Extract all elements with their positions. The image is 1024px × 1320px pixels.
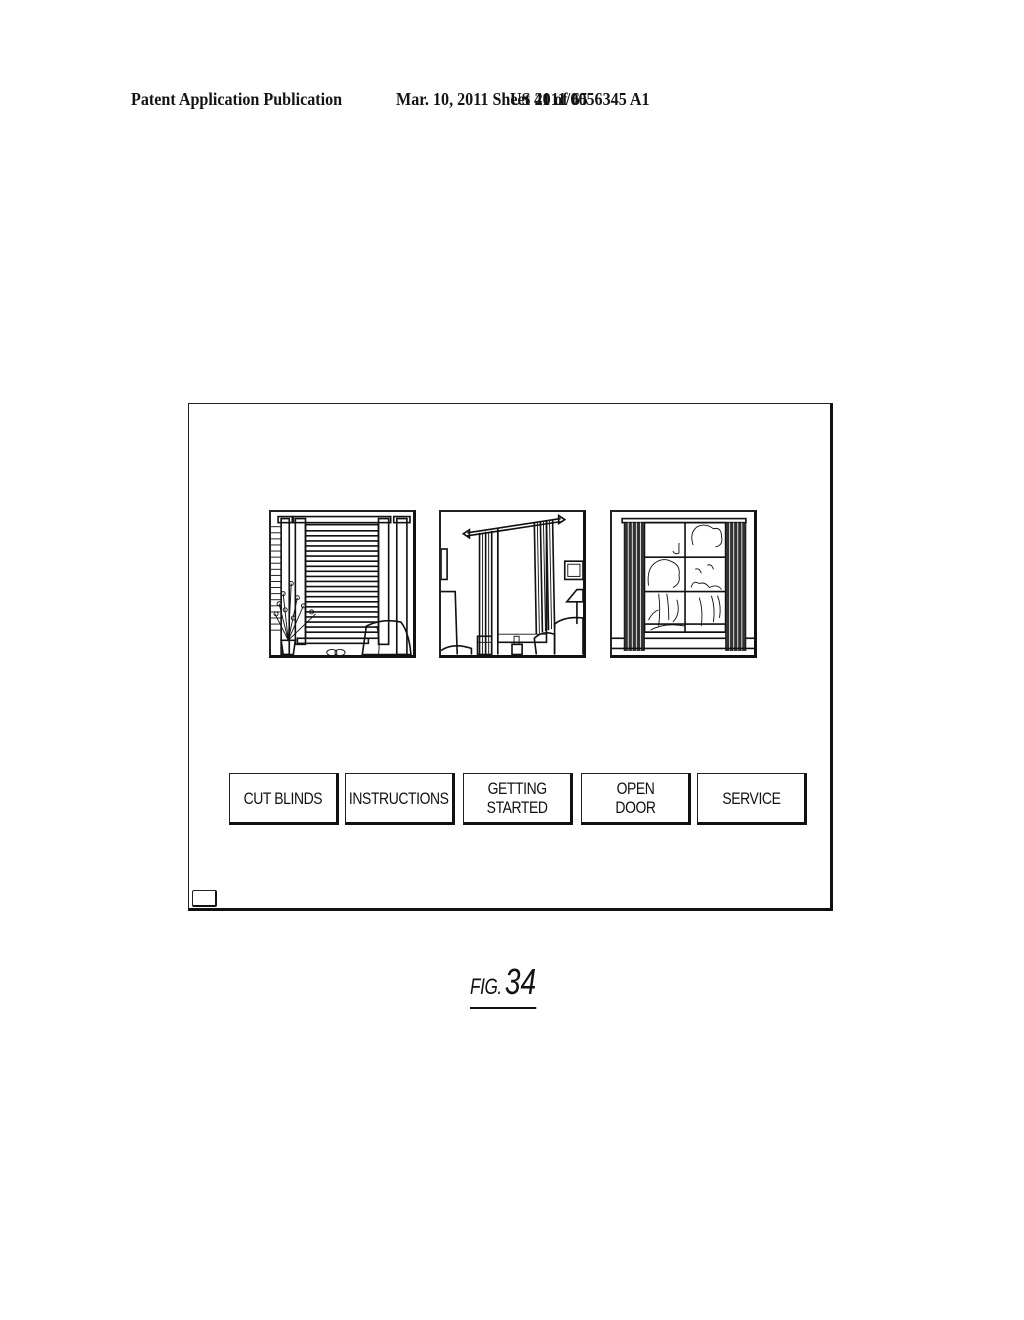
button-label: SERVICE <box>721 788 781 808</box>
cut-blinds-button[interactable]: CUT BLINDS <box>229 773 339 825</box>
getting-started-button[interactable]: GETTING STARTED <box>463 773 573 825</box>
publication-type: Patent Application Publication <box>131 89 343 109</box>
button-label: GETTING STARTED <box>486 779 548 817</box>
thumbnail-curtains[interactable] <box>610 510 757 658</box>
kiosk-screen: CUT BLINDS INSTRUCTIONS GETTING STARTED … <box>188 403 833 911</box>
window-drapes-icon <box>441 512 583 655</box>
instructions-button[interactable]: INSTRUCTIONS <box>345 773 455 825</box>
main-blind-slats <box>305 529 379 633</box>
thumbnail-blinds[interactable] <box>269 510 416 658</box>
open-door-button[interactable]: OPEN DOOR <box>581 773 691 825</box>
service-button[interactable]: SERVICE <box>697 773 807 825</box>
publication-number: US 2011/0056345 A1 <box>510 89 650 109</box>
button-label: OPEN DOOR <box>614 779 656 817</box>
figure-label: FIG.34 <box>470 964 537 1009</box>
right-curtain <box>725 522 747 651</box>
thumbnail-drapes[interactable] <box>439 510 586 658</box>
figure-prefix: FIG. <box>470 974 502 999</box>
corner-square-button[interactable] <box>192 890 217 907</box>
figure-number: 34 <box>504 961 537 1002</box>
button-label: CUT BLINDS <box>243 788 323 808</box>
button-label: INSTRUCTIONS <box>349 788 449 808</box>
window-blinds-icon <box>271 512 413 655</box>
window-curtains-icon <box>612 512 754 655</box>
left-curtain <box>623 522 645 651</box>
patent-header: Patent Application Publication Mar. 10, … <box>0 89 1024 113</box>
